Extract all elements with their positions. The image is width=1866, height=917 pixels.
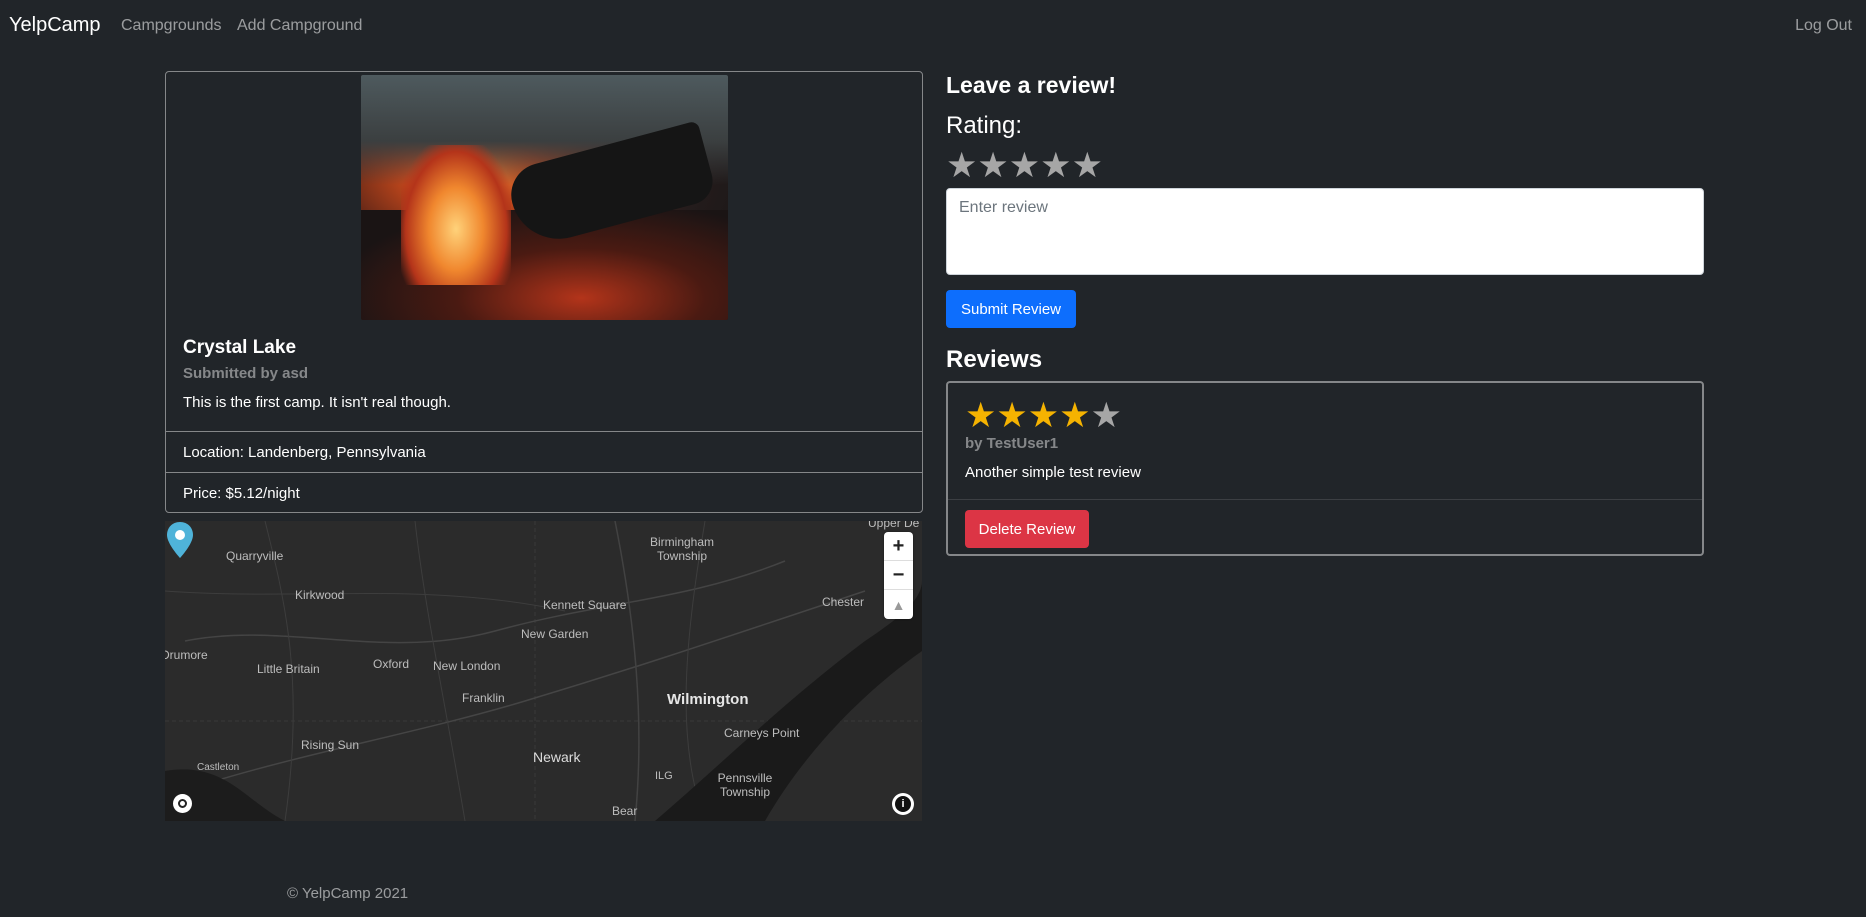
review-form-heading: Leave a review! <box>946 72 1117 98</box>
star-icon[interactable]: ★ <box>1040 148 1071 183</box>
map-label: Drumore <box>165 648 208 662</box>
nav-logout[interactable]: Log Out <box>1795 17 1852 35</box>
star-icon: ★ <box>996 396 1028 435</box>
map-label: Pennsville Township <box>717 771 773 799</box>
map-label: New London <box>433 659 501 673</box>
map-marker-icon[interactable] <box>165 521 195 559</box>
compass-button[interactable]: ▲ <box>884 590 913 619</box>
star-icon: ★ <box>965 396 997 435</box>
campground-location: Location: Landenberg, Pennsylvania <box>166 431 922 472</box>
map-label: Little Britain <box>257 662 320 676</box>
map-label: Kirkwood <box>295 588 345 602</box>
map-label: Castleton <box>197 762 240 773</box>
map-label: Quarryville <box>226 549 284 563</box>
zoom-in-button[interactable]: + <box>884 532 913 561</box>
review-author: by TestUser1 <box>965 435 1059 452</box>
map-label: Wilmington <box>667 691 749 708</box>
star-icon: ★ <box>1059 396 1091 435</box>
mapbox-logo-icon[interactable] <box>173 794 192 813</box>
map-label: Bear <box>612 804 638 818</box>
zoom-out-button[interactable]: − <box>884 561 913 590</box>
brand-link[interactable]: YelpCamp <box>9 14 101 37</box>
map-label: Birmingham Township <box>649 535 715 563</box>
delete-review-button[interactable]: Delete Review <box>965 510 1089 548</box>
map-zoom-controls: + − ▲ <box>884 532 913 619</box>
navbar: YelpCamp Campgrounds Add Campground Log … <box>0 0 1866 54</box>
review-rating-stars: ★ ★ ★ ★ ★ <box>965 396 1122 435</box>
campground-card: Crystal Lake Submitted by asd This is th… <box>165 71 923 513</box>
map-info-icon[interactable]: i <box>892 793 914 815</box>
rating-stars[interactable]: ★ ★ ★ ★ ★ <box>946 148 1103 183</box>
nav-add-campground[interactable]: Add Campground <box>237 17 362 35</box>
map-label: Carneys Point <box>724 726 800 740</box>
star-icon[interactable]: ★ <box>977 148 1008 183</box>
star-icon: ★ <box>1027 396 1060 435</box>
reviews-heading: Reviews <box>946 346 1043 373</box>
review-card: ★ ★ ★ ★ ★ by TestUser1 Another simple test r… <box>946 381 1704 556</box>
campground-description: This is the first camp. It isn't real th… <box>183 394 451 411</box>
review-textarea[interactable] <box>946 188 1704 275</box>
star-icon: ★ <box>1090 396 1122 435</box>
star-icon[interactable]: ★ <box>1009 148 1040 183</box>
review-body: Another simple test review <box>965 464 1141 481</box>
nav-campgrounds[interactable]: Campgrounds <box>121 17 222 35</box>
map-label: Rising Sun <box>301 738 360 752</box>
submit-review-button[interactable]: Submit Review <box>946 290 1076 328</box>
map-label: Upper De <box>868 521 920 530</box>
footer-copyright: © YelpCamp 2021 <box>287 885 409 902</box>
map-label: ILG <box>655 770 673 782</box>
map-label: Oxford <box>373 657 410 671</box>
rating-label: Rating: <box>946 112 1023 139</box>
campground-title: Crystal Lake <box>183 337 297 358</box>
map-label: Newark <box>533 749 581 765</box>
map-label: Franklin <box>462 691 505 705</box>
map-label: Chester <box>822 595 865 609</box>
star-icon[interactable]: ★ <box>1072 148 1103 183</box>
campground-price: Price: $5.12/night <box>166 472 922 512</box>
review-divider <box>948 499 1702 500</box>
map-label: Kennett Square <box>543 598 627 612</box>
star-icon[interactable]: ★ <box>946 148 977 183</box>
campground-image <box>361 75 728 320</box>
campground-map[interactable]: Quarryville Kirkwood Birmingham Township… <box>165 521 922 821</box>
map-label: New Garden <box>521 627 589 641</box>
campground-author: Submitted by asd <box>183 365 309 382</box>
